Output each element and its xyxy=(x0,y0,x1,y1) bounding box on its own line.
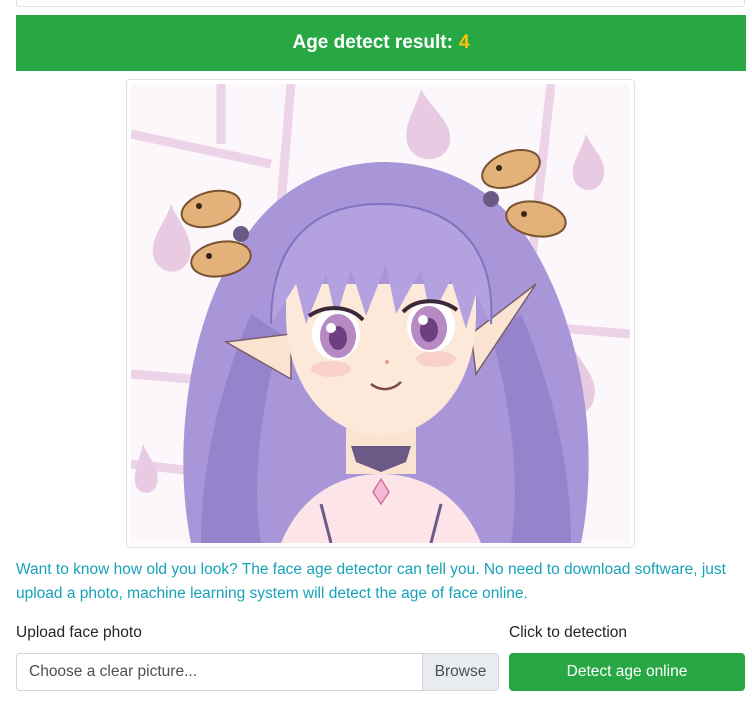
intro-description: Want to know how old you look? The face … xyxy=(16,561,726,602)
file-upload-placeholder[interactable]: Choose a clear picture... xyxy=(17,654,422,690)
uploaded-photo-frame xyxy=(126,79,635,548)
detect-age-button[interactable]: Detect age online xyxy=(509,653,745,691)
age-result-banner: Age detect result: 4 xyxy=(16,15,746,71)
previous-panel-edge xyxy=(16,0,745,7)
browse-button[interactable]: Browse xyxy=(422,654,498,690)
uploaded-photo xyxy=(131,84,630,543)
upload-label: Upload face photo xyxy=(16,624,142,641)
age-result-label: Age detect result: xyxy=(292,32,453,53)
age-result-value: 4 xyxy=(458,32,470,53)
detect-label: Click to detection xyxy=(509,624,628,641)
file-upload-input[interactable]: Choose a clear picture... Browse xyxy=(16,653,499,691)
